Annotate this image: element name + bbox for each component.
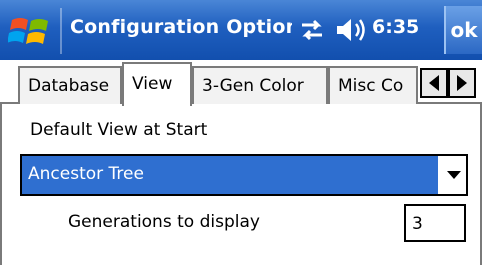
title-bar: Configuration Options 6:35 ok — [0, 0, 482, 60]
tab-3-gen-color[interactable]: 3-Gen Color — [192, 66, 328, 104]
clock[interactable]: 6:35 — [372, 16, 436, 44]
window-title: Configuration Options — [70, 16, 292, 38]
view-tab-panel: Default View at Start Ancestor Tree Gene… — [0, 104, 482, 265]
generations-input[interactable]: 3 — [404, 204, 466, 242]
default-view-dropdown[interactable]: Ancestor Tree — [20, 154, 468, 196]
tab-view[interactable]: View — [122, 62, 192, 106]
tab-strip: Database View 3-Gen Color Misc Co — [0, 60, 482, 106]
tab-database[interactable]: Database — [18, 66, 122, 104]
default-view-label: Default View at Start — [30, 120, 208, 140]
chevron-down-icon — [447, 171, 461, 179]
generations-label: Generations to display — [68, 212, 260, 232]
title-separator — [60, 8, 62, 54]
windows-start-icon[interactable] — [8, 12, 54, 50]
volume-icon[interactable] — [334, 16, 368, 44]
dropdown-arrow-button[interactable] — [442, 156, 466, 194]
tab-scroll-right-button[interactable] — [448, 68, 476, 98]
ok-button[interactable]: ok — [444, 6, 482, 54]
connectivity-icon[interactable] — [298, 18, 326, 42]
default-view-value[interactable]: Ancestor Tree — [22, 156, 438, 194]
tab-misc[interactable]: Misc Co — [328, 66, 418, 104]
arrow-left-icon — [429, 75, 439, 91]
arrow-right-icon — [457, 75, 467, 91]
tab-scroll-left-button[interactable] — [420, 68, 448, 98]
